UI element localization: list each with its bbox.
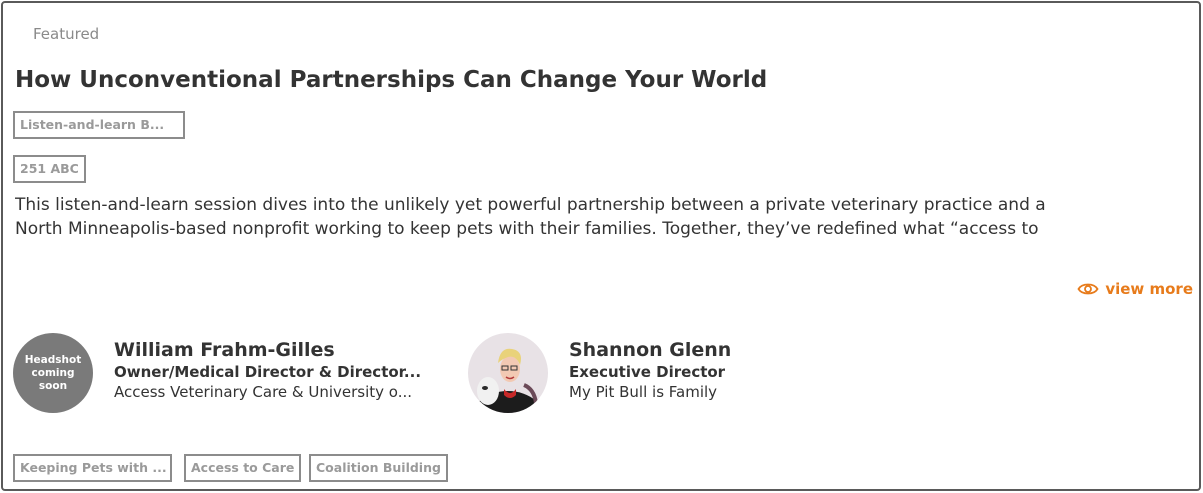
topic-tag-coalition-building[interactable]: Coalition Building (309, 454, 448, 482)
speaker-name: Shannon Glenn (569, 339, 732, 361)
speaker-1-info[interactable]: William Frahm-Gilles Owner/Medical Direc… (114, 338, 449, 402)
view-more-button[interactable]: view more (1077, 280, 1193, 298)
speaker-avatar-placeholder[interactable]: Headshot coming soon (13, 333, 93, 413)
eye-icon (1077, 283, 1099, 295)
speaker-2-info[interactable]: Shannon Glenn Executive Director My Pit … (569, 338, 869, 402)
speaker-role: Owner/Medical Director & Director... (114, 363, 422, 381)
speaker-org: Access Veterinary Care & University o... (114, 383, 413, 401)
speaker-name: William Frahm-Gilles (114, 339, 335, 361)
speaker-photo (468, 333, 548, 413)
view-more-label: view more (1105, 280, 1193, 298)
speaker-avatar[interactable] (468, 333, 548, 413)
featured-label: Featured (33, 25, 100, 43)
session-description: This listen-and-learn session dives into… (15, 193, 1195, 241)
room-tag[interactable]: 251 ABC (13, 155, 86, 183)
description-line-2: North Minneapolis-based nonprofit workin… (15, 219, 1039, 239)
session-card: Featured How Unconventional Partnerships… (1, 1, 1201, 491)
speaker-role: Executive Director (569, 363, 726, 381)
session-title[interactable]: How Unconventional Partnerships Can Chan… (15, 67, 767, 93)
topic-tag-access-to-care[interactable]: Access to Care (184, 454, 302, 482)
speaker-org: My Pit Bull is Family (569, 383, 718, 401)
description-line-1: This listen-and-learn session dives into… (15, 195, 1046, 215)
format-tag[interactable]: Listen-and-learn B... (13, 111, 185, 139)
topic-tag-keeping-pets[interactable]: Keeping Pets with ... (13, 454, 172, 482)
